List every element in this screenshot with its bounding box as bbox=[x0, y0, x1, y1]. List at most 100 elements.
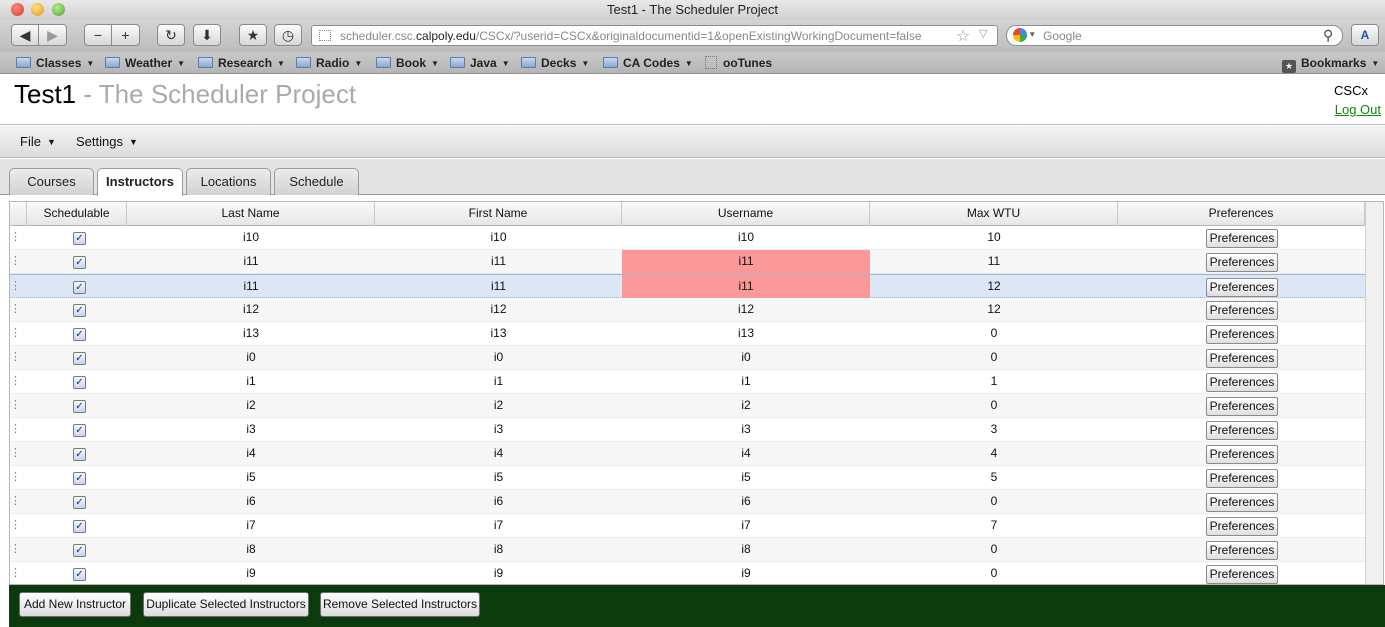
table-row[interactable]: ⋮ ✓ i0 i0 i0 0 Preferences bbox=[10, 346, 1383, 370]
schedulable-checkbox[interactable]: ✓ bbox=[73, 520, 86, 533]
file-menu[interactable]: File ▼ bbox=[20, 134, 56, 149]
schedulable-checkbox[interactable]: ✓ bbox=[73, 400, 86, 413]
column-header-username[interactable]: Username bbox=[622, 202, 870, 226]
table-row[interactable]: ⋮ ✓ i13 i13 i13 0 Preferences bbox=[10, 322, 1383, 346]
preferences-button[interactable]: Preferences bbox=[1206, 278, 1278, 297]
table-row[interactable]: ⋮ ✓ i11 i11 i11 12 Preferences bbox=[10, 274, 1383, 299]
translate-addon-icon[interactable]: A bbox=[1351, 24, 1379, 46]
zoom-out-icon[interactable]: − bbox=[84, 24, 112, 46]
schedulable-checkbox[interactable]: ✓ bbox=[73, 281, 86, 294]
preferences-button[interactable]: Preferences bbox=[1206, 541, 1278, 560]
history-clock-icon[interactable]: ◷ bbox=[274, 24, 302, 46]
row-drag-handle-icon[interactable]: ⋮ bbox=[10, 562, 27, 584]
bookmark-ootunes[interactable]: ooTunes bbox=[705, 54, 772, 72]
address-bar[interactable]: scheduler.csc.calpoly.edu/CSCx/?userid=C… bbox=[311, 25, 998, 46]
row-drag-handle-icon[interactable]: ⋮ bbox=[10, 275, 27, 299]
schedulable-checkbox[interactable]: ✓ bbox=[73, 496, 86, 509]
tab-instructors[interactable]: Instructors bbox=[97, 168, 183, 196]
bookmarks-menu[interactable]: ★ Bookmarks ▼ bbox=[1282, 54, 1379, 73]
row-drag-handle-icon[interactable]: ⋮ bbox=[10, 466, 27, 490]
zoom-window-icon[interactable] bbox=[52, 3, 65, 16]
schedulable-checkbox[interactable]: ✓ bbox=[73, 568, 86, 581]
star-bookmark-icon[interactable]: ☆ bbox=[956, 26, 970, 46]
zoom-in-icon[interactable]: + bbox=[112, 24, 140, 46]
table-row[interactable]: ⋮ ✓ i9 i9 i9 0 Preferences bbox=[10, 562, 1383, 584]
table-row[interactable]: ⋮ ✓ i8 i8 i8 0 Preferences bbox=[10, 538, 1383, 562]
duplicate-instructors-button[interactable]: Duplicate Selected Instructors bbox=[143, 592, 309, 617]
preferences-button[interactable]: Preferences bbox=[1206, 229, 1278, 248]
schedulable-checkbox[interactable]: ✓ bbox=[73, 256, 86, 269]
preferences-button[interactable]: Preferences bbox=[1206, 469, 1278, 488]
row-drag-handle-icon[interactable]: ⋮ bbox=[10, 490, 27, 514]
preferences-button[interactable]: Preferences bbox=[1206, 301, 1278, 320]
row-drag-handle-icon[interactable]: ⋮ bbox=[10, 298, 27, 322]
row-drag-handle-icon[interactable]: ⋮ bbox=[10, 442, 27, 466]
column-header-preferences[interactable]: Preferences bbox=[1118, 202, 1365, 226]
preferences-button[interactable]: Preferences bbox=[1206, 397, 1278, 416]
row-drag-handle-icon[interactable]: ⋮ bbox=[10, 250, 27, 274]
table-row[interactable]: ⋮ ✓ i12 i12 i12 12 Preferences bbox=[10, 298, 1383, 322]
schedulable-checkbox[interactable]: ✓ bbox=[73, 544, 86, 557]
table-row[interactable]: ⋮ ✓ i7 i7 i7 7 Preferences bbox=[10, 514, 1383, 538]
table-row[interactable]: ⋮ ✓ i3 i3 i3 3 Preferences bbox=[10, 418, 1383, 442]
bookmark-folder-decks[interactable]: Decks ▼ bbox=[521, 54, 589, 72]
schedulable-checkbox[interactable]: ✓ bbox=[73, 424, 86, 437]
tab-schedule[interactable]: Schedule bbox=[274, 168, 359, 195]
row-drag-handle-icon[interactable]: ⋮ bbox=[10, 514, 27, 538]
download-icon[interactable]: ⬇ bbox=[193, 24, 221, 46]
bookmark-folder-ca-codes[interactable]: CA Codes ▼ bbox=[603, 54, 693, 72]
table-row[interactable]: ⋮ ✓ i1 i1 i1 1 Preferences bbox=[10, 370, 1383, 394]
row-drag-handle-icon[interactable]: ⋮ bbox=[10, 322, 27, 346]
table-row[interactable]: ⋮ ✓ i2 i2 i2 0 Preferences bbox=[10, 394, 1383, 418]
settings-menu[interactable]: Settings ▼ bbox=[76, 134, 138, 149]
row-drag-handle-icon[interactable]: ⋮ bbox=[10, 370, 27, 394]
close-window-icon[interactable] bbox=[11, 3, 24, 16]
row-drag-handle-icon[interactable]: ⋮ bbox=[10, 394, 27, 418]
row-drag-handle-icon[interactable]: ⋮ bbox=[10, 538, 27, 562]
bookmark-folder-classes[interactable]: Classes ▼ bbox=[16, 54, 94, 72]
schedulable-checkbox[interactable]: ✓ bbox=[73, 376, 86, 389]
column-header-schedulable[interactable]: Schedulable bbox=[27, 202, 127, 226]
bookmark-folder-book[interactable]: Book ▼ bbox=[376, 54, 439, 72]
bookmark-folder-research[interactable]: Research ▼ bbox=[198, 54, 285, 72]
schedulable-checkbox[interactable]: ✓ bbox=[73, 232, 86, 245]
column-header-first-name[interactable]: First Name bbox=[375, 202, 622, 226]
minimize-window-icon[interactable] bbox=[31, 3, 44, 16]
schedulable-checkbox[interactable]: ✓ bbox=[73, 472, 86, 485]
search-icon[interactable]: ⚲ bbox=[1323, 27, 1333, 44]
preferences-button[interactable]: Preferences bbox=[1206, 325, 1278, 344]
preferences-button[interactable]: Preferences bbox=[1206, 373, 1278, 392]
column-header-max-wtu[interactable]: Max WTU bbox=[870, 202, 1118, 226]
tab-locations[interactable]: Locations bbox=[186, 168, 271, 195]
search-engine-dropdown-icon[interactable]: ▾ bbox=[1030, 29, 1035, 40]
column-header-last-name[interactable]: Last Name bbox=[127, 202, 375, 226]
schedulable-checkbox[interactable]: ✓ bbox=[73, 328, 86, 341]
bookmark-folder-java[interactable]: Java ▼ bbox=[450, 54, 510, 72]
preferences-button[interactable]: Preferences bbox=[1206, 493, 1278, 512]
schedulable-checkbox[interactable]: ✓ bbox=[73, 448, 86, 461]
preferences-button[interactable]: Preferences bbox=[1206, 517, 1278, 536]
table-row[interactable]: ⋮ ✓ i5 i5 i5 5 Preferences bbox=[10, 466, 1383, 490]
table-row[interactable]: ⋮ ✓ i6 i6 i6 0 Preferences bbox=[10, 490, 1383, 514]
preferences-button[interactable]: Preferences bbox=[1206, 421, 1278, 440]
tab-courses[interactable]: Courses bbox=[9, 168, 94, 195]
forward-arrow-icon[interactable]: ▶ bbox=[39, 24, 67, 46]
table-row[interactable]: ⋮ ✓ i4 i4 i4 4 Preferences bbox=[10, 442, 1383, 466]
bookmark-page-icon[interactable]: ★ bbox=[239, 24, 267, 46]
table-row[interactable]: ⋮ ✓ i11 i11 i11 11 Preferences bbox=[10, 250, 1383, 274]
table-row[interactable]: ⋮ ✓ i10 i10 i10 10 Preferences bbox=[10, 226, 1383, 250]
preferences-button[interactable]: Preferences bbox=[1206, 349, 1278, 368]
back-arrow-icon[interactable]: ◀ bbox=[11, 24, 39, 46]
reload-icon[interactable]: ↻ bbox=[157, 24, 185, 46]
row-drag-handle-icon[interactable]: ⋮ bbox=[10, 346, 27, 370]
schedulable-checkbox[interactable]: ✓ bbox=[73, 352, 86, 365]
add-instructor-button[interactable]: Add New Instructor bbox=[19, 592, 131, 617]
bookmark-folder-weather[interactable]: Weather ▼ bbox=[105, 54, 185, 72]
logout-link[interactable]: Log Out bbox=[1335, 102, 1381, 117]
row-drag-handle-icon[interactable]: ⋮ bbox=[10, 226, 27, 250]
preferences-button[interactable]: Preferences bbox=[1206, 253, 1278, 272]
remove-instructors-button[interactable]: Remove Selected Instructors bbox=[320, 592, 480, 617]
bookmark-folder-radio[interactable]: Radio ▼ bbox=[296, 54, 362, 72]
google-logo-icon[interactable] bbox=[1013, 28, 1027, 42]
vertical-scrollbar[interactable] bbox=[1365, 202, 1383, 584]
